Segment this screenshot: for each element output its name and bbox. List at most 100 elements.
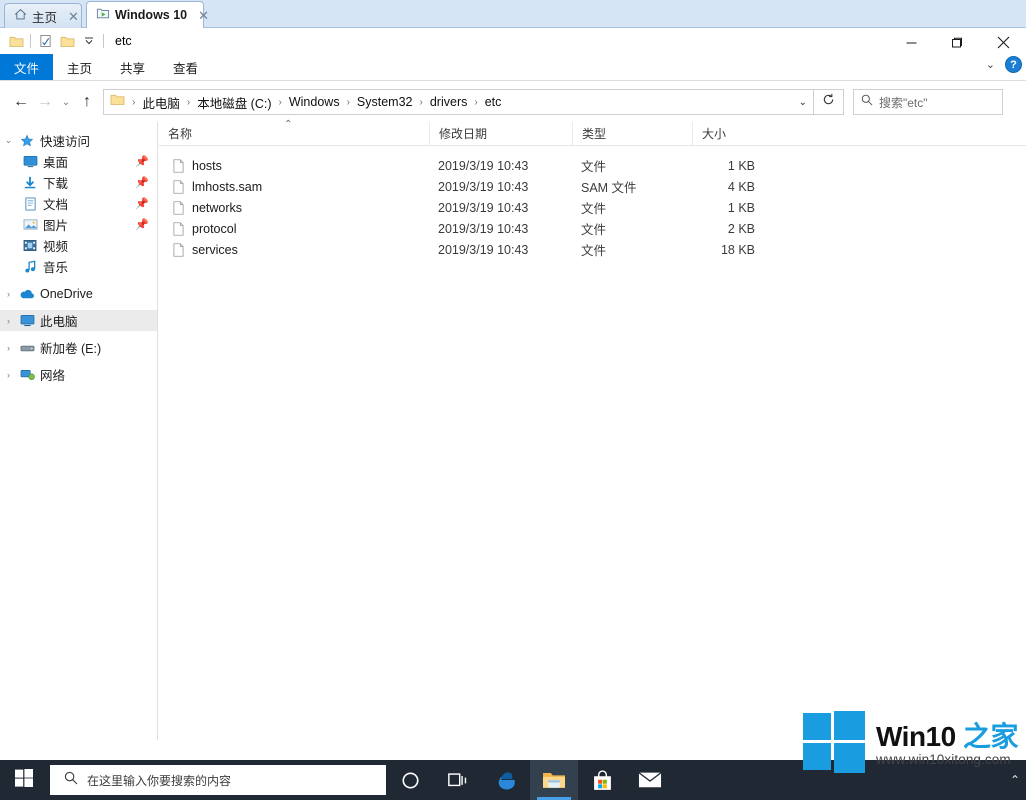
ribbon-tab-share[interactable]: 共享 [106, 54, 159, 80]
table-row[interactable]: protocol 2019/3/19 10:43 文件 2 KB [159, 218, 1026, 239]
search-input[interactable]: 搜索"etc" [879, 94, 928, 111]
column-header-date-modified[interactable]: 修改日期 [429, 122, 572, 145]
window-title: etc [115, 34, 132, 48]
sidebar-item-pictures[interactable]: 图片 📌 [0, 214, 157, 235]
breadcrumb-windows[interactable]: Windows [286, 95, 343, 109]
breadcrumb-this-pc[interactable]: 此电脑 [139, 93, 183, 112]
table-row[interactable]: hosts 2019/3/19 10:43 文件 1 KB [159, 155, 1026, 176]
file-name-cell[interactable]: services [159, 239, 429, 260]
address-bar-row: ← → ⌄ ↑ › 此电脑 › 本地磁盘 (C:) › Windows › Sy… [0, 88, 1026, 116]
file-name-cell[interactable]: lmhosts.sam [159, 176, 429, 197]
breadcrumb-local-disk-c[interactable]: 本地磁盘 (C:) [194, 93, 274, 112]
breadcrumb-system32[interactable]: System32 [354, 95, 416, 109]
file-explorer-icon[interactable] [530, 760, 578, 800]
toolbar-divider-2 [103, 34, 104, 48]
column-header-name[interactable]: 名称 ⌃ [159, 119, 429, 145]
maximize-icon[interactable] [934, 28, 980, 57]
chevron-right-icon[interactable]: › [0, 343, 17, 353]
file-icon [168, 221, 188, 236]
sidebar-item-network[interactable]: › 网络 [0, 364, 157, 385]
file-icon [168, 158, 188, 173]
up-arrow-icon: ↑ [83, 93, 91, 110]
sidebar-item-this-pc[interactable]: › 此电脑 [0, 310, 157, 331]
refresh-button[interactable] [814, 89, 844, 115]
up-button[interactable]: ↑ [75, 89, 99, 115]
tab-home[interactable]: 主页 ✕ [4, 3, 82, 28]
file-name-label: lmhosts.sam [192, 179, 263, 194]
file-modified-cell: 2019/3/19 10:43 [438, 242, 529, 257]
ribbon-tab-view[interactable]: 查看 [159, 54, 212, 80]
table-row[interactable]: lmhosts.sam 2019/3/19 10:43 SAM 文件 4 KB [159, 176, 1026, 197]
column-header-size[interactable]: 大小 [692, 122, 769, 145]
toolbar-divider [30, 34, 31, 48]
tab-windows10-close-icon[interactable]: ✕ [198, 9, 209, 22]
sidebar-item-documents[interactable]: 文档 📌 [0, 193, 157, 214]
start-button[interactable] [0, 760, 48, 800]
tab-home-close-icon[interactable]: ✕ [68, 10, 79, 23]
table-row[interactable]: services 2019/3/19 10:43 文件 18 KB [159, 239, 1026, 260]
help-icon[interactable]: ? [1005, 56, 1022, 73]
sidebar-item-music[interactable]: 音乐 [0, 256, 157, 277]
back-button[interactable]: ← [9, 89, 33, 115]
breadcrumb-drivers[interactable]: drivers [427, 95, 471, 109]
sidebar-item-videos[interactable]: 视频 [0, 235, 157, 256]
expand-ribbon-chevron-down-icon[interactable]: ⌄ [986, 58, 995, 71]
taskbar-search-input[interactable]: 在这里输入你要搜索的内容 [87, 772, 231, 789]
list-top-spacer [159, 146, 1026, 155]
sidebar-item-quick-access[interactable]: ⌄ 快速访问 [0, 130, 157, 151]
close-icon[interactable] [980, 28, 1026, 57]
folder-icon[interactable] [5, 30, 27, 52]
edge-icon[interactable] [482, 760, 530, 800]
sidebar-item-downloads[interactable]: 下载 📌 [0, 172, 157, 193]
ribbon-tab-home[interactable]: 主页 [53, 54, 106, 80]
pin-icon[interactable]: 📌 [135, 197, 149, 210]
minimize-icon[interactable] [888, 28, 934, 57]
mail-icon[interactable] [626, 760, 674, 800]
recent-locations-button[interactable]: ⌄ [57, 89, 75, 115]
address-bar[interactable]: › 此电脑 › 本地磁盘 (C:) › Windows › System32 ›… [103, 89, 814, 115]
pin-icon[interactable]: 📌 [135, 218, 149, 231]
ribbon-divider [0, 80, 1026, 81]
address-dropdown-chevron-down-icon[interactable]: ⌄ [799, 97, 807, 108]
sidebar-item-new-volume-e[interactable]: › 新加卷 (E:) [0, 337, 157, 358]
file-name-cell[interactable]: networks [159, 197, 429, 218]
search-box[interactable]: 搜索"etc" [853, 89, 1003, 115]
file-type-cell: SAM 文件 [581, 181, 637, 195]
taskbar-search-box[interactable]: 在这里输入你要搜索的内容 [50, 765, 386, 795]
watermark-url: www.win10xitong.com [875, 751, 1011, 767]
ribbon-tab-file[interactable]: 文件 [0, 54, 54, 80]
ribbon-tab-view-label: 查看 [173, 61, 199, 76]
search-icon [861, 93, 873, 111]
tab-windows10[interactable]: Windows 10 ✕ [86, 1, 209, 28]
pin-icon[interactable]: 📌 [135, 176, 149, 189]
breadcrumb-separator-2: › [278, 96, 282, 108]
forward-arrow-icon: → [37, 93, 53, 110]
chevron-right-icon[interactable]: › [0, 316, 17, 326]
column-header-type[interactable]: 类型 [572, 122, 692, 145]
task-view-icon[interactable] [434, 760, 482, 800]
sidebar-item-onedrive[interactable]: › OneDrive [0, 283, 157, 304]
explorer-body: ⌄ 快速访问 桌面 📌 下载 📌 文档 📌 图片 📌 视频 音乐 › OneDr… [0, 119, 1026, 740]
file-name-cell[interactable]: hosts [159, 155, 429, 176]
microsoft-store-icon[interactable] [578, 760, 626, 800]
documents-icon [20, 197, 40, 211]
search-icon [64, 771, 78, 790]
star-icon [17, 134, 37, 148]
cortana-icon[interactable] [386, 760, 434, 800]
chevron-down-icon[interactable]: ⌄ [0, 135, 17, 146]
new-folder-icon[interactable] [56, 30, 78, 52]
table-row[interactable]: networks 2019/3/19 10:43 文件 1 KB [159, 197, 1026, 218]
file-name-cell[interactable]: protocol [159, 218, 429, 239]
properties-icon[interactable] [34, 30, 56, 52]
windows-logo-icon [15, 768, 33, 792]
chevron-right-icon[interactable]: › [0, 370, 17, 380]
sidebar-item-desktop[interactable]: 桌面 📌 [0, 151, 157, 172]
chevron-right-icon[interactable]: › [0, 289, 17, 299]
ribbon-tabs: 文件 主页 共享 查看 [0, 54, 1026, 80]
forward-button[interactable]: → [33, 89, 57, 115]
sidebar-item-videos-label: 视频 [43, 240, 69, 254]
customize-qat-chevron-down-icon[interactable] [78, 30, 100, 52]
breadcrumb-etc[interactable]: etc [482, 95, 505, 109]
file-explorer-window: 主页 ✕ Windows 10 ✕ etc 文件 主页 共享 查看 ⌄ ? ← … [0, 0, 1026, 800]
pin-icon[interactable]: 📌 [135, 155, 149, 168]
